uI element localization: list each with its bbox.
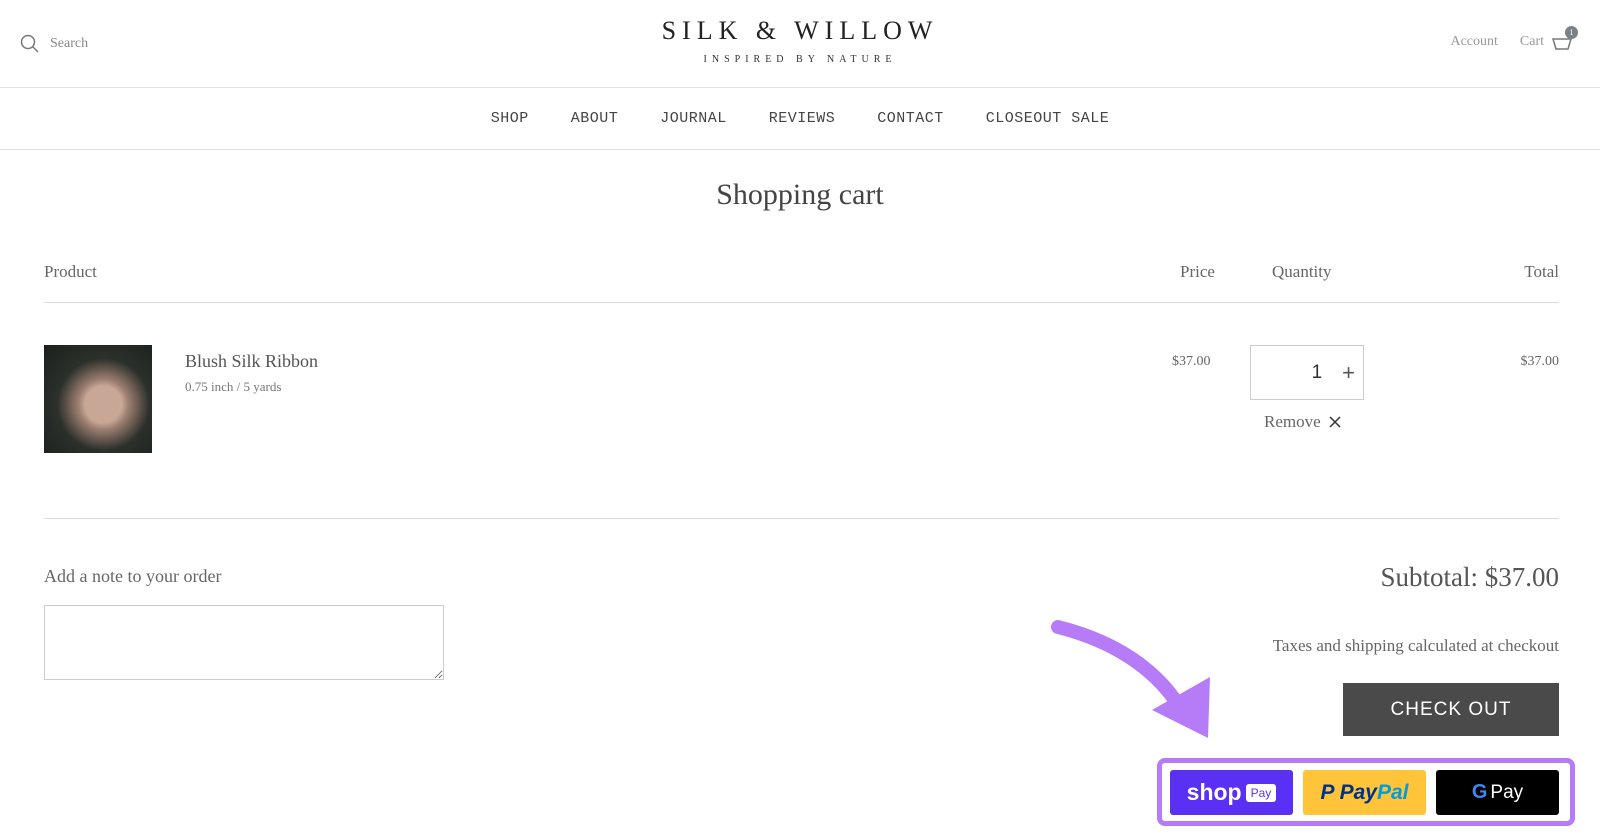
shop-pay-tag: Pay [1245,783,1277,802]
shop-pay-button[interactable]: shop Pay [1170,770,1293,815]
account-link[interactable]: Account [1450,34,1497,50]
nav-reviews[interactable]: REVIEWS [769,110,836,127]
product-variant: 0.75 inch / 5 yards [185,379,282,394]
google-pay-button[interactable]: G Pay [1436,770,1559,815]
paypal-button[interactable]: P PayPal [1303,770,1426,815]
paypal-logo: P PayPal [1320,780,1409,804]
checkout-button[interactable]: CHECK OUT [1343,683,1559,736]
cart-label: Cart [1519,34,1544,49]
header-total: Total [1524,262,1559,281]
remove-button[interactable]: Remove [1264,412,1341,432]
cart-link[interactable]: Cart 1 [1519,26,1578,50]
order-note-input[interactable] [44,605,444,680]
nav-about[interactable]: ABOUT [571,110,619,127]
quantity-stepper[interactable]: 1 + [1250,345,1364,400]
subtotal: Subtotal: $37.00 [1380,562,1559,592]
plus-icon[interactable]: + [1342,360,1355,386]
product-total: $37.00 [1520,354,1560,369]
page-title: Shopping cart [716,178,884,211]
logo[interactable]: SILK & WILLOW INSPIRED BY NATURE [0,16,1600,65]
google-g-icon: G [1471,781,1488,803]
main-nav: SHOP ABOUT JOURNAL REVIEWS CONTACT CLOSE… [0,88,1600,150]
product-price: $37.00 [1172,354,1211,369]
header-price: Price [1180,262,1215,281]
nav-closeout-sale[interactable]: CLOSEOUT SALE [986,110,1110,127]
quantity-value[interactable]: 1 [1312,362,1323,384]
order-note-label: Add a note to your order [44,566,222,586]
divider [44,302,1559,303]
divider [44,518,1559,519]
site-header: Search SILK & WILLOW INSPIRED BY NATURE … [0,0,1600,88]
close-icon [1329,416,1341,428]
logo-tagline: INSPIRED BY NATURE [703,54,897,65]
product-name[interactable]: Blush Silk Ribbon [185,351,318,372]
product-image[interactable] [44,345,152,453]
remove-label: Remove [1264,412,1321,431]
header-product: Product [44,262,97,281]
logo-title: SILK & WILLOW [661,16,939,45]
nav-shop[interactable]: SHOP [491,110,529,127]
nav-journal[interactable]: JOURNAL [660,110,727,127]
nav-contact[interactable]: CONTACT [877,110,944,127]
cart-count-badge: 1 [1565,26,1578,39]
gpay-label: Pay [1490,781,1524,803]
header-quantity: Quantity [1272,262,1332,281]
annotation-arrow [1051,620,1210,738]
shop-pay-logo: shop [1186,779,1242,805]
taxes-note: Taxes and shipping calculated at checkou… [1272,636,1559,655]
